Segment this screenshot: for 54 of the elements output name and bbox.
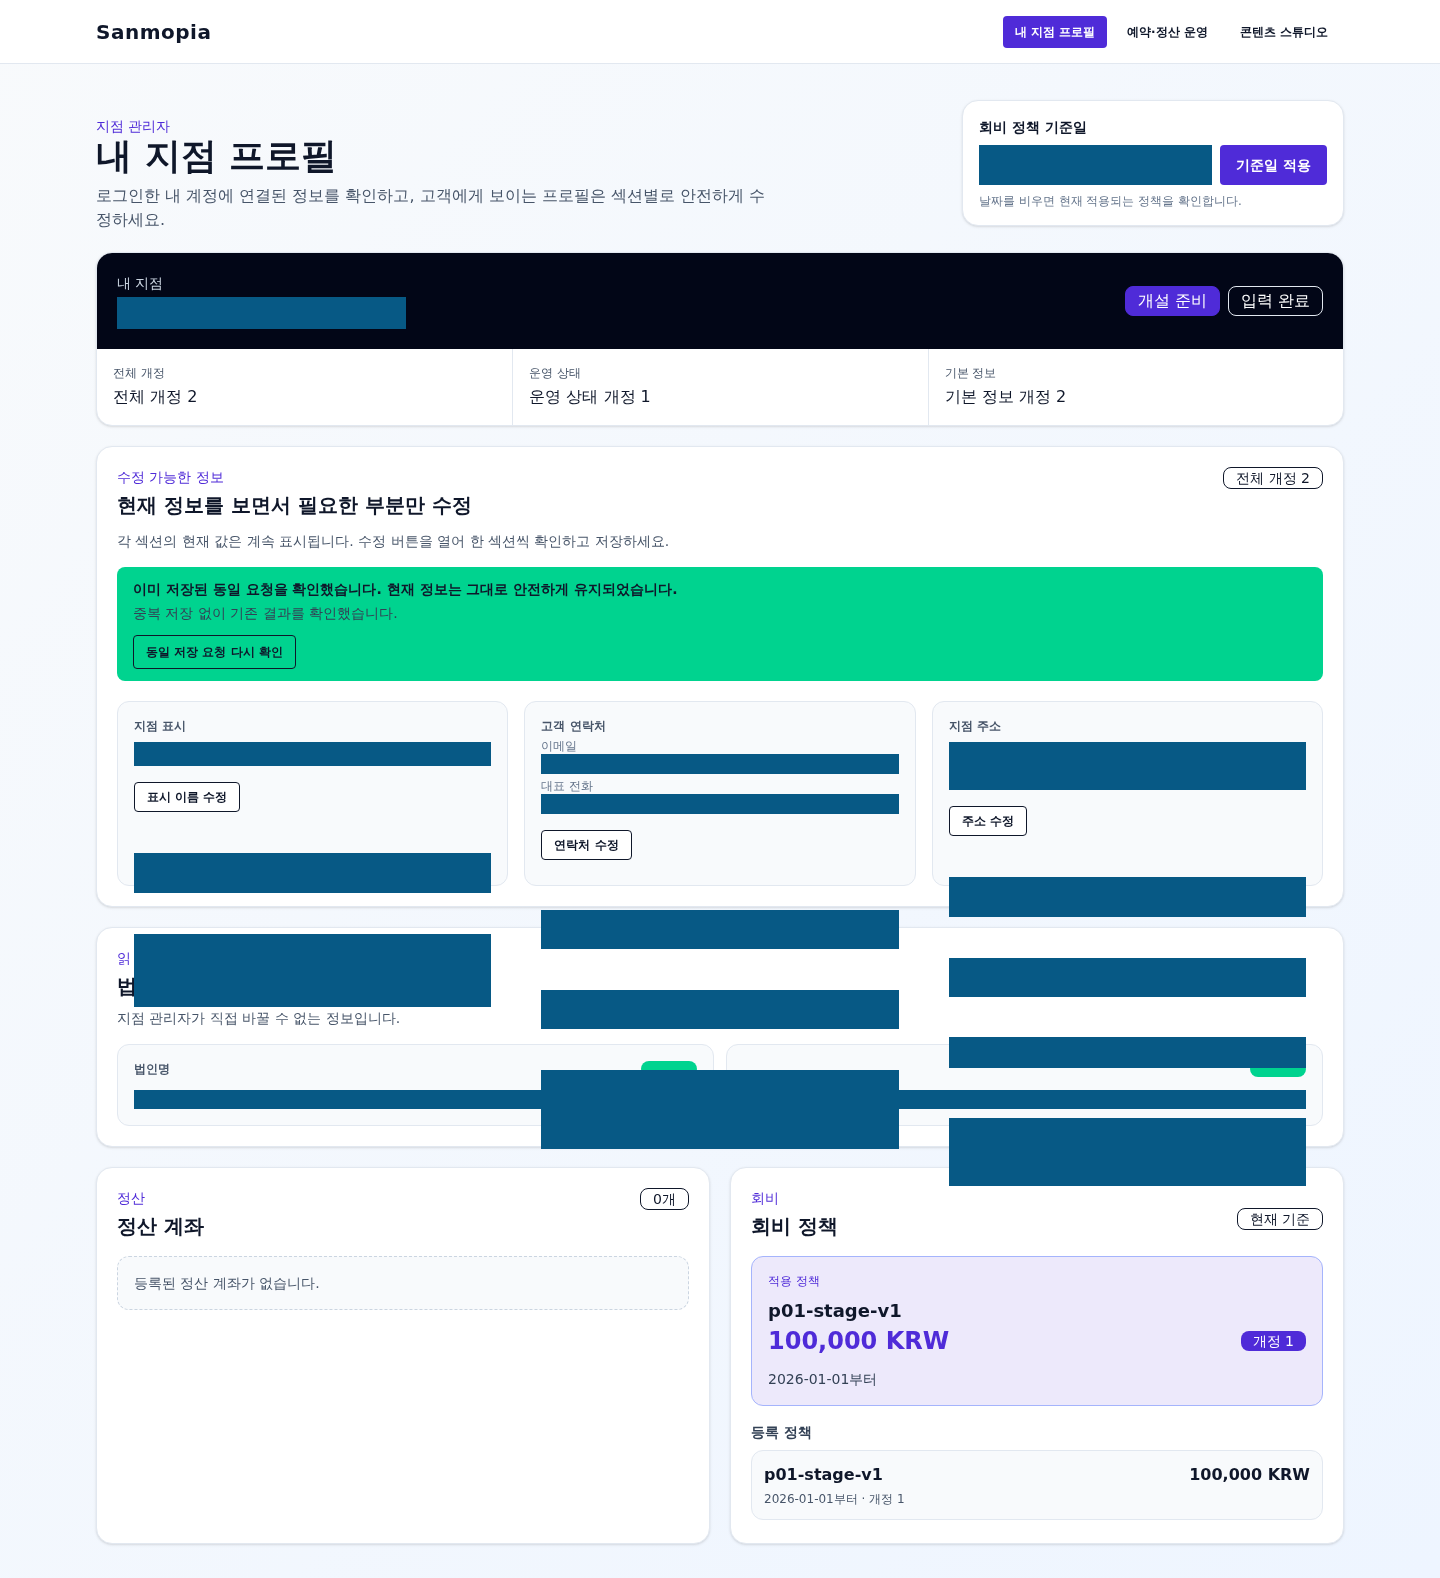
stat-label: 기본 정보 — [944, 365, 998, 381]
page-description: 로그인한 내 계정에 연결된 정보를 확인하고, 고객에게 보이는 프로필은 섹션별로 안전하게 수정하세요. — [96, 185, 767, 231]
section-title: 현재 정보를 보면서 필요한 부분만 수정 — [117, 492, 472, 519]
section-title: 법 — [117, 973, 137, 1000]
stat-value: 전체 개정 2 — [113, 386, 199, 408]
nav-tab[interactable]: 예약·정산 운영 — [1115, 15, 1220, 48]
policy-meta: 2026-01-01부터 · 개정 1 — [764, 1491, 906, 1507]
brand-name[interactable]: Sanmopia — [96, 17, 212, 46]
edit-button[interactable]: 표시 이름 수정 — [134, 782, 241, 812]
eyebrow: 수정 가능한 정보 — [117, 468, 225, 487]
section-description: 지점 관리자가 직접 바꿀 수 없는 정보입니다. — [117, 1009, 401, 1028]
section-description: 각 섹션의 현재 값은 계속 표시됩니다. 수정 버튼을 열어 한 섹션씩 확인하고 저장하세요. — [117, 532, 671, 551]
recheck-button[interactable]: 동일 저장 요청 다시 확인 — [133, 635, 296, 669]
stat-label: 전체 개정 — [113, 365, 166, 381]
notice-title: 이미 저장된 동일 요청을 확인했습니다. 현재 정보는 그대로 안전하게 유지되었습니다. — [133, 580, 678, 599]
count-badge: 전체 개정 2 — [1223, 467, 1323, 489]
apply-button[interactable]: 기준일 적용 — [1220, 145, 1327, 185]
branch-label: 내 지점 — [117, 274, 165, 293]
edit-button[interactable]: 주소 수정 — [948, 806, 1027, 836]
field-label: 회비 정책 기준일 — [979, 118, 1088, 137]
count-badge: 0개 — [640, 1188, 689, 1210]
section-label: 고객 연락처 — [541, 718, 606, 734]
policy-label: 적용 정책 — [768, 1273, 821, 1289]
edit-button[interactable]: 연락처 수정 — [541, 830, 632, 860]
policy-name: p01-stage-v1 — [768, 1299, 903, 1323]
status-badge: 개설 준비 — [1124, 286, 1220, 316]
policy-amount: 100,000 KRW — [768, 1326, 950, 1357]
eyebrow: 지점 관리자 — [96, 117, 172, 136]
policy-name: p01-stage-v1 — [764, 1464, 883, 1486]
section-label: 지점 표시 — [134, 718, 187, 734]
notice-body: 중복 저장 없이 기존 결과를 확인했습니다. — [133, 604, 398, 623]
section-title: 회비 정책 — [751, 1213, 838, 1240]
stat-value: 기본 정보 개정 2 — [944, 386, 1068, 408]
nav-tab[interactable]: 내 지점 프로필 — [1002, 15, 1108, 48]
revision-badge: 개정 1 — [1240, 1331, 1306, 1351]
policy-amount: 100,000 KRW — [1189, 1464, 1310, 1486]
eyebrow: 정산 — [117, 1189, 146, 1208]
empty-state: 등록된 정산 계좌가 없습니다. — [117, 1256, 689, 1310]
eyebrow: 회비 — [751, 1189, 780, 1208]
stat-label: 운영 상태 — [529, 365, 583, 381]
eyebrow: 읽 — [117, 949, 131, 968]
section-label: 지점 주소 — [948, 718, 1001, 734]
hint-text: 날짜를 비우면 현재 적용되는 정책을 확인합니다. — [979, 193, 1243, 209]
policy-since: 2026-01-01부터 — [768, 1370, 879, 1389]
list-label: 등록 정책 — [751, 1423, 813, 1442]
stat-value: 운영 상태 개정 1 — [529, 386, 652, 408]
field-label: 대표 전화 — [541, 778, 595, 794]
count-badge: 현재 기준 — [1236, 1208, 1323, 1230]
section-title: 정산 계좌 — [117, 1213, 204, 1240]
status-badge: 입력 완료 — [1227, 286, 1323, 316]
nav-tab[interactable]: 콘텐츠 스튜디오 — [1227, 15, 1340, 48]
info-label: 법인명 — [134, 1061, 170, 1077]
page-title: 내 지점 프로필 — [96, 136, 339, 176]
field-label: 이메일 — [541, 738, 579, 754]
